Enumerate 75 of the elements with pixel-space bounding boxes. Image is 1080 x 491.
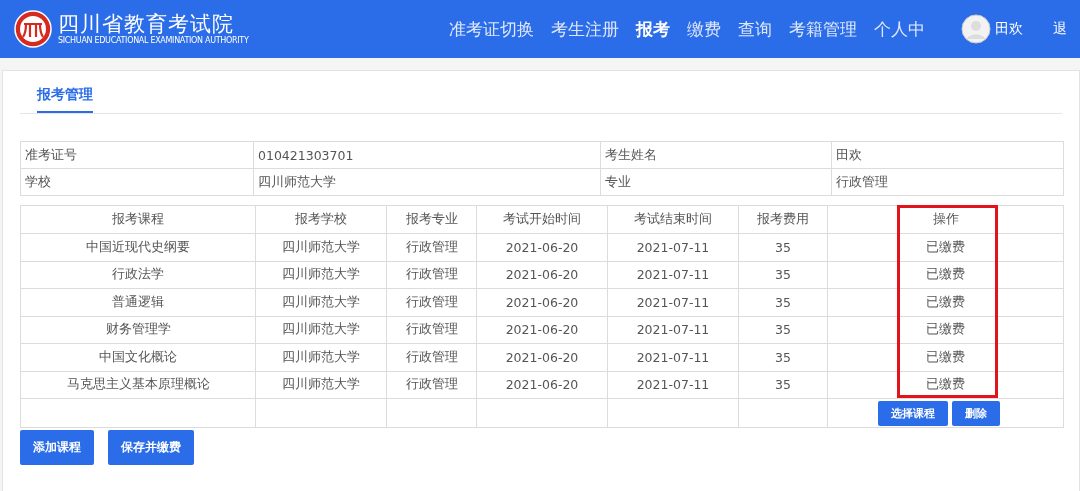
table-action-button[interactable]: 删除 xyxy=(952,400,1000,426)
user-name: 田欢 xyxy=(995,20,1023,38)
table-cell: 已缴费 xyxy=(827,233,1064,261)
table-cell: 已缴费 xyxy=(827,371,1064,399)
field-value: 行政管理 xyxy=(831,168,1064,196)
nav-link[interactable]: 准考证切换 xyxy=(449,17,534,41)
nav-link[interactable]: 个人中 xyxy=(874,17,925,41)
table-cell: 行政管理 xyxy=(386,343,477,371)
table-cell: 行政管理 xyxy=(386,371,477,399)
table-cell: 2021-07-11 xyxy=(607,343,739,371)
field-label: 准考证号 xyxy=(20,141,254,169)
table-cell: 2021-07-11 xyxy=(607,233,739,261)
table-cell: 35 xyxy=(738,316,828,344)
table-cell: 35 xyxy=(738,343,828,371)
table-cell: 35 xyxy=(738,233,828,261)
logo-subtitle: SICHUAN EDUCATIONAL EXAMINATION AUTHORITY xyxy=(58,36,249,46)
table-cell: 马克思主义基本原理概论 xyxy=(20,371,256,399)
table-cell: 四川师范大学 xyxy=(255,343,387,371)
column-header: 报考课程 xyxy=(20,205,256,234)
column-header: 操作 xyxy=(827,205,1064,234)
action-button[interactable]: 添加课程 xyxy=(20,430,94,465)
table-cell: 行政法学 xyxy=(20,261,256,289)
table-cell: 四川师范大学 xyxy=(255,261,387,289)
field-label: 学校 xyxy=(20,168,254,196)
table-cell: 2021-06-20 xyxy=(476,261,608,289)
table-cell: 2021-06-20 xyxy=(476,233,608,261)
table-cell: 行政管理 xyxy=(386,288,477,316)
table-cell: 2021-06-20 xyxy=(476,288,608,316)
table-cell: 四川师范大学 xyxy=(255,288,387,316)
table-cell: 35 xyxy=(738,371,828,399)
tab[interactable]: 报考管理 xyxy=(37,71,93,113)
table-cell: 2021-07-11 xyxy=(607,261,739,289)
field-label: 专业 xyxy=(600,168,832,196)
emblem-icon xyxy=(14,10,52,48)
table-cell: 2021-06-20 xyxy=(476,371,608,399)
nav-link[interactable]: 查询 xyxy=(738,17,772,41)
column-header: 报考专业 xyxy=(386,205,477,234)
column-header: 报考学校 xyxy=(255,205,387,234)
action-button[interactable]: 保存并缴费 xyxy=(108,430,194,465)
field-label: 考生姓名 xyxy=(600,141,832,169)
table-cell: 35 xyxy=(738,261,828,289)
logout-link[interactable]: 退 xyxy=(1053,20,1067,38)
column-header: 考试开始时间 xyxy=(476,205,608,234)
table-cell: 行政管理 xyxy=(386,233,477,261)
nav-link[interactable]: 缴费 xyxy=(687,17,721,41)
field-value: 010421303701 xyxy=(253,141,601,169)
table-cell: 2021-06-20 xyxy=(476,343,608,371)
table-cell: 2021-07-11 xyxy=(607,316,739,344)
column-header: 报考费用 xyxy=(738,205,828,234)
table-cell: 中国文化概论 xyxy=(20,343,256,371)
field-value: 四川师范大学 xyxy=(253,168,601,196)
table-cell: 2021-07-11 xyxy=(607,288,739,316)
table-cell: 已缴费 xyxy=(827,261,1064,289)
table-cell: 四川师范大学 xyxy=(255,316,387,344)
table-cell: 行政管理 xyxy=(386,261,477,289)
table-cell: 行政管理 xyxy=(386,316,477,344)
table-cell: 已缴费 xyxy=(827,288,1064,316)
table-cell: 已缴费 xyxy=(827,343,1064,371)
nav-link[interactable]: 报考 xyxy=(636,17,670,41)
field-value: 田欢 xyxy=(831,141,1064,169)
table-cell: 2021-07-11 xyxy=(607,371,739,399)
table-cell: 中国近现代史纲要 xyxy=(20,233,256,261)
table-action-button[interactable]: 选择课程 xyxy=(878,400,948,426)
column-header: 考试结束时间 xyxy=(607,205,739,234)
logo-title: 四川省教育考试院 xyxy=(58,12,235,36)
table-cell: 普通逻辑 xyxy=(20,288,256,316)
nav-link[interactable]: 考籍管理 xyxy=(789,17,857,41)
table-cell: 已缴费 xyxy=(827,316,1064,344)
table-cell: 2021-06-20 xyxy=(476,316,608,344)
nav-link[interactable]: 考生注册 xyxy=(551,17,619,41)
avatar-icon[interactable] xyxy=(961,14,991,44)
table-cell: 四川师范大学 xyxy=(255,371,387,399)
table-cell: 35 xyxy=(738,288,828,316)
table-cell: 财务管理学 xyxy=(20,316,256,344)
table-cell: 四川师范大学 xyxy=(255,233,387,261)
